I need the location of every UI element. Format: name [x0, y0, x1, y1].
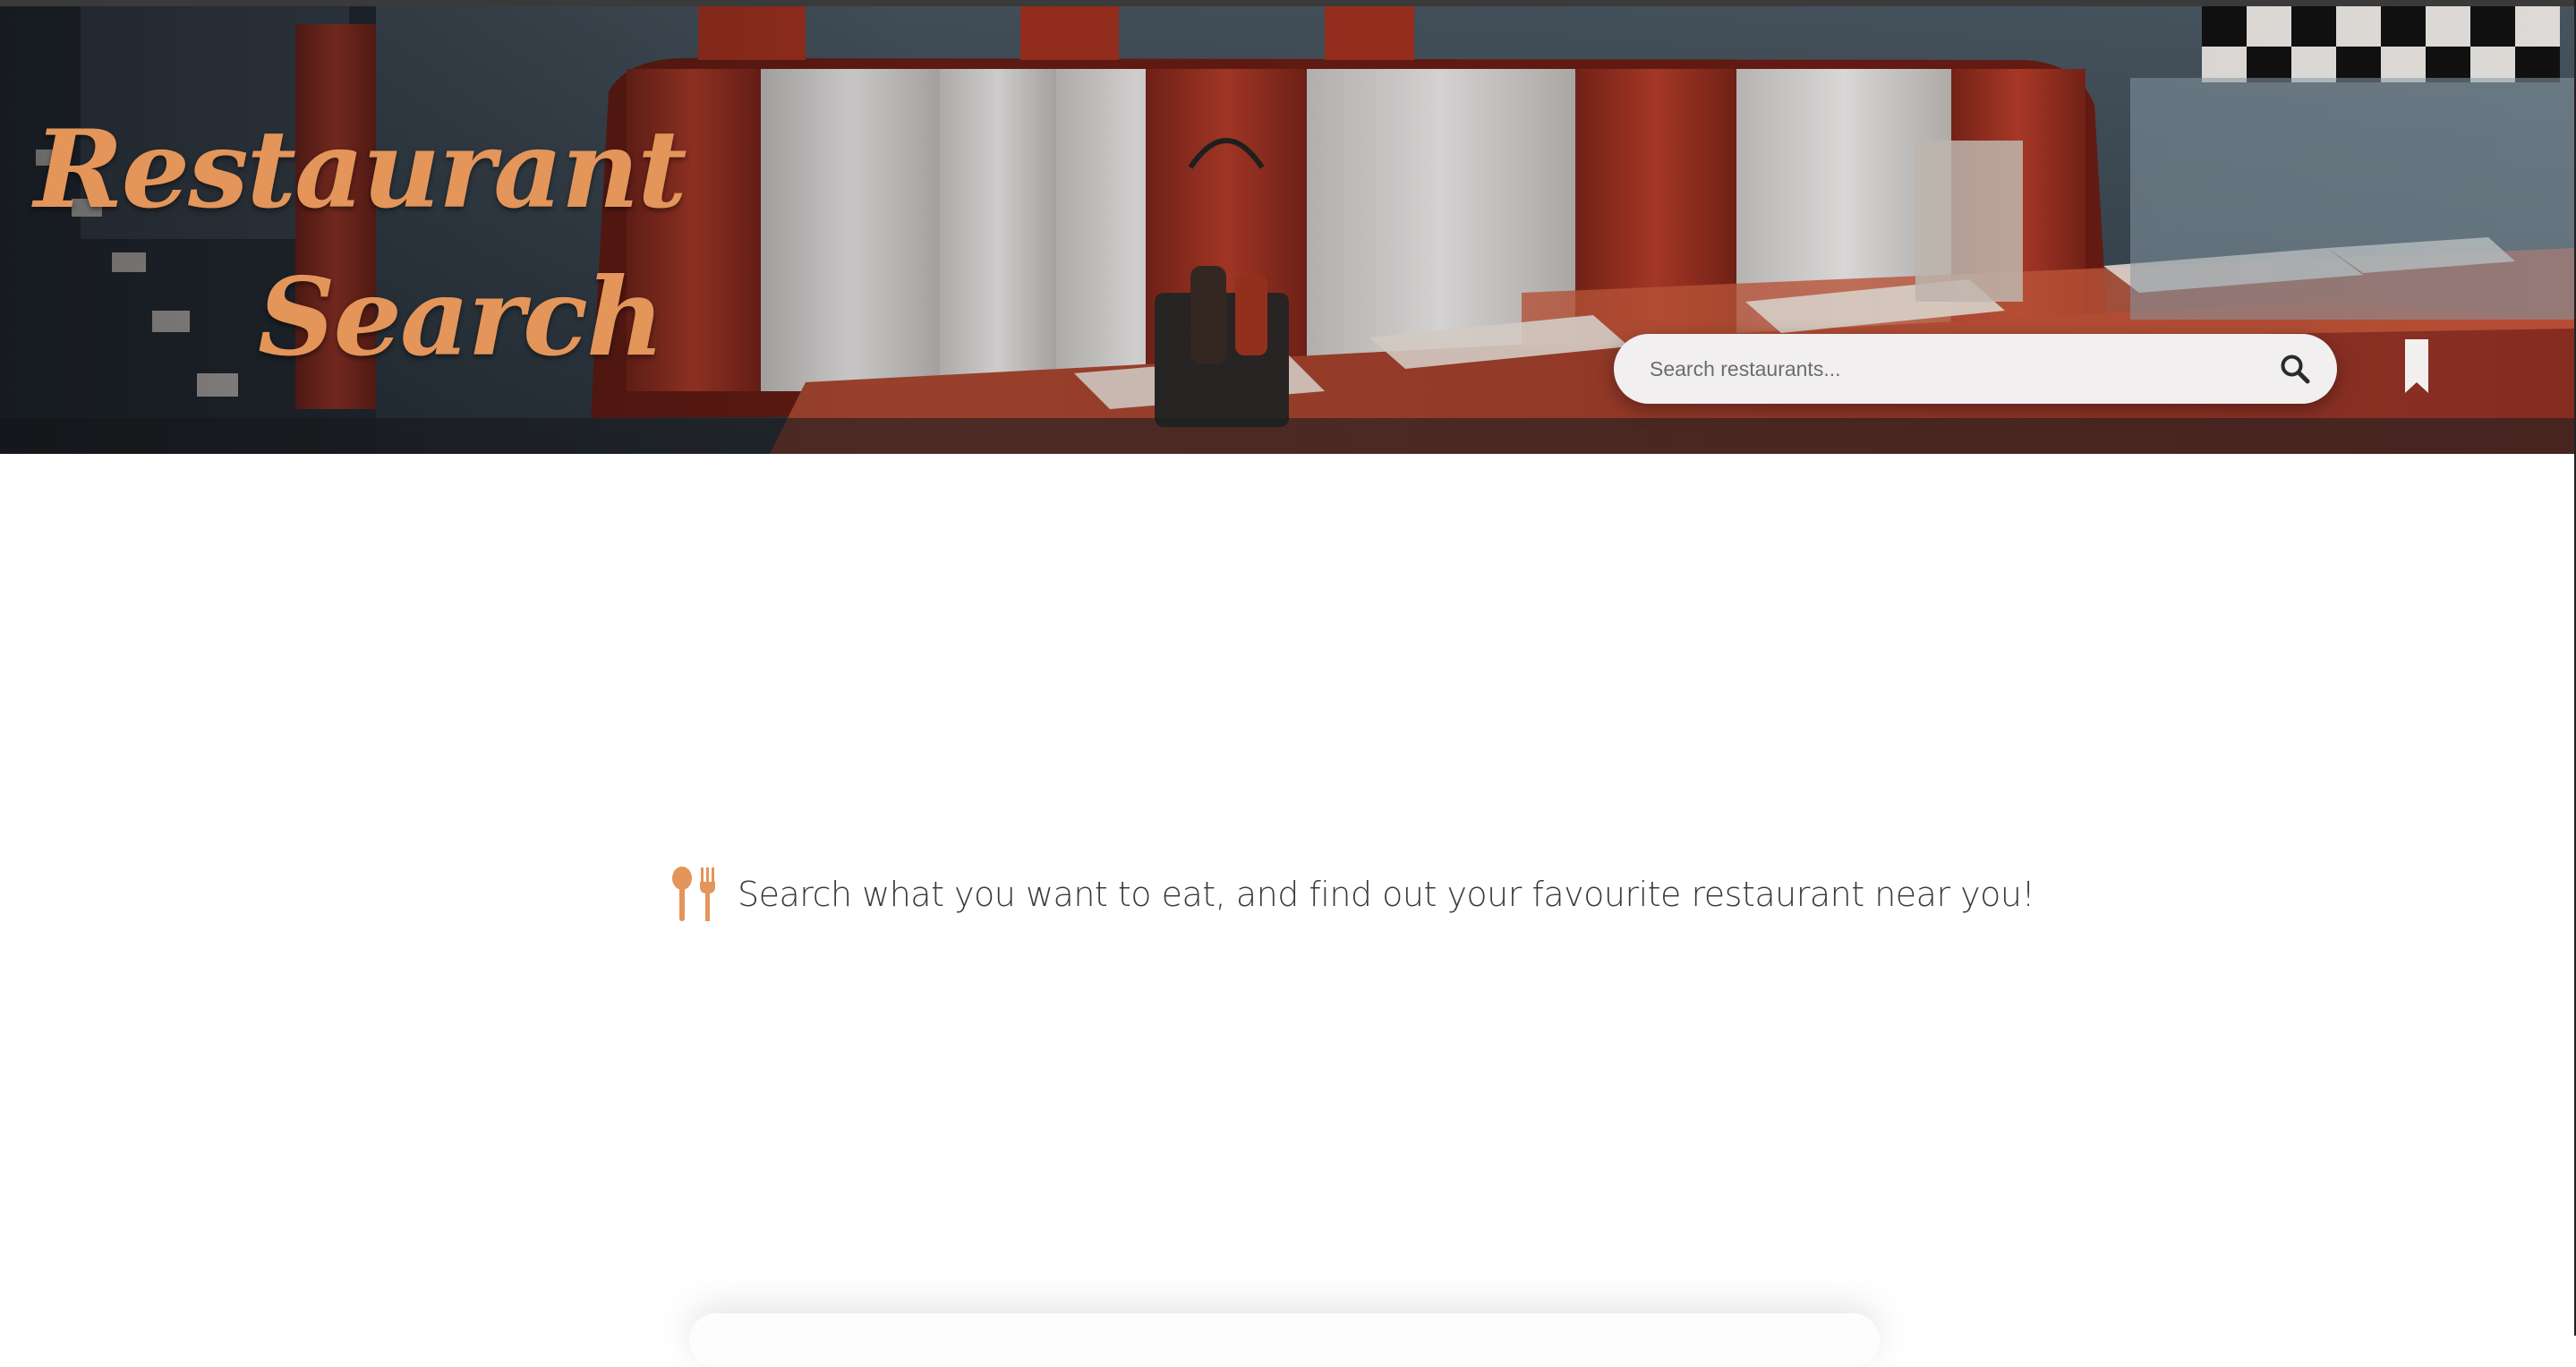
header: Restaurant Search [0, 6, 2576, 454]
results-container [689, 1313, 1880, 1367]
main-content: Search what you want to eat, and find ou… [0, 454, 2576, 1367]
logo-line-1: Restaurant [34, 107, 687, 233]
search-form [1614, 334, 2337, 404]
site-logo[interactable]: Restaurant Search [34, 96, 687, 391]
search-input[interactable] [1614, 334, 2265, 404]
search-button[interactable] [2265, 334, 2337, 404]
top-border [0, 0, 2576, 6]
search-icon [2281, 355, 2310, 384]
bookmark-icon [2405, 339, 2428, 393]
logo-line-2: Search [258, 254, 664, 380]
empty-state-message: Search what you want to eat, and find ou… [670, 866, 2035, 923]
empty-state-text: Search what you want to eat, and find ou… [738, 875, 2035, 914]
utensils-icon [672, 867, 715, 921]
bookmarks-button[interactable] [2399, 337, 2435, 400]
